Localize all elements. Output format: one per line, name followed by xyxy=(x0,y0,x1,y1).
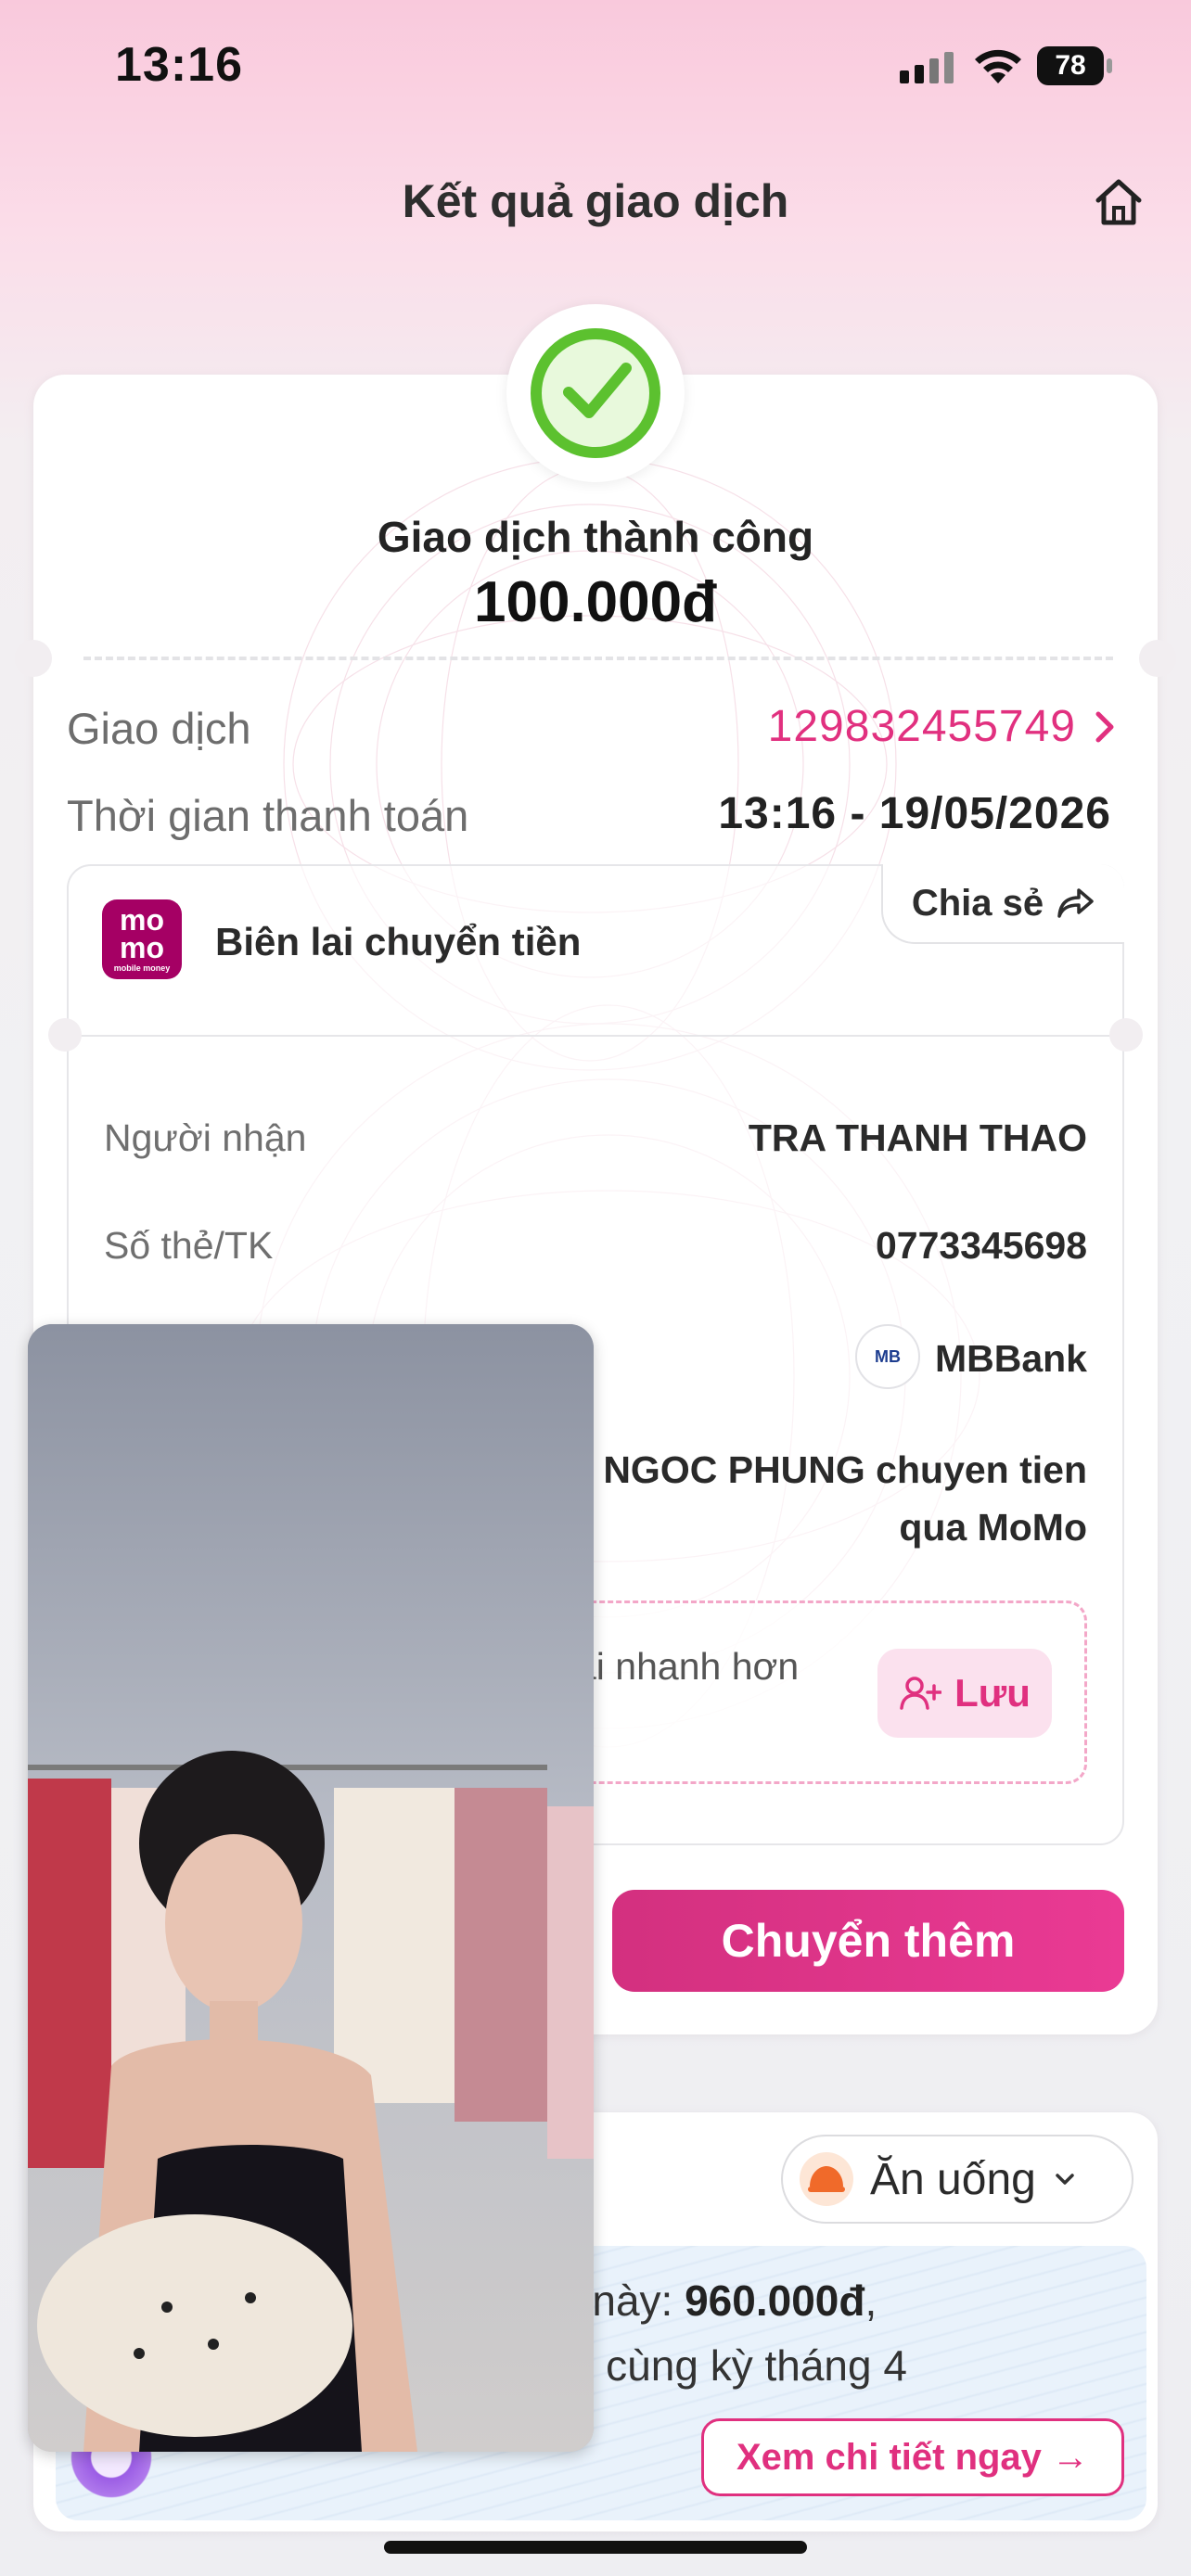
message-line2: qua MoMo xyxy=(899,1506,1087,1549)
payment-time-label: Thời gian thanh toán xyxy=(67,791,469,840)
transaction-id-link[interactable]: 129832455749 xyxy=(768,701,1076,752)
battery-icon: 78 xyxy=(1037,46,1113,85)
view-detail-label: Xem chi tiết ngay → xyxy=(736,2436,1090,2478)
recipient-value: TRA THANH THAO xyxy=(748,1116,1087,1159)
add-user-icon xyxy=(900,1677,942,1710)
transaction-amount: 100.000đ xyxy=(474,570,717,634)
transaction-id-label: Giao dịch xyxy=(67,704,251,753)
receipt-notch-right xyxy=(1109,1018,1143,1052)
recipient-label: Người nhận xyxy=(104,1116,307,1159)
momo-logo-text-bottom: mo xyxy=(120,931,164,964)
bank-value: MBBank xyxy=(934,1337,1087,1380)
cellular-signal-icon xyxy=(900,52,954,83)
insight-line1: g này: 960.000đ, xyxy=(557,2276,877,2326)
battery-level: 78 xyxy=(1037,46,1104,85)
receipt-title: Biên lai chuyển tiền xyxy=(215,920,582,963)
mbbank-logo: MB xyxy=(855,1324,920,1389)
receipt-divider xyxy=(67,1035,1124,1037)
video-frame xyxy=(28,1324,594,2452)
category-label: Ăn uống xyxy=(870,2154,1036,2204)
success-badge xyxy=(506,304,685,482)
payment-time-value: 13:16 - 19/05/2026 xyxy=(718,789,1111,838)
chevron-down-icon xyxy=(1056,2174,1074,2185)
message-line1: NGOC PHUNG chuyen tien xyxy=(603,1448,1087,1491)
transfer-more-label: Chuyển thêm xyxy=(721,1915,1016,1967)
momo-logo-caption: mobile money xyxy=(113,963,171,973)
share-arrow-icon xyxy=(1057,888,1094,918)
share-label: Chia sẻ xyxy=(911,882,1044,924)
account-value: 0773345698 xyxy=(875,1224,1087,1267)
food-icon xyxy=(800,2152,853,2206)
save-contact-text: ại nhanh hơn xyxy=(575,1645,800,1688)
account-label: Số thẻ/TK xyxy=(104,1224,274,1267)
transfer-more-button[interactable]: Chuyển thêm xyxy=(612,1890,1124,1992)
ticket-notch-right xyxy=(1139,640,1176,677)
floating-video-player[interactable] xyxy=(28,1324,594,2452)
transaction-status: Giao dịch thành công xyxy=(377,513,814,561)
momo-logo: mo mo mobile money xyxy=(102,899,182,979)
insight-amount: 960.000đ xyxy=(685,2276,865,2325)
page-title: Kết quả giao dịch xyxy=(402,175,789,227)
insight-line1-suffix: , xyxy=(864,2276,877,2325)
save-label: Lưu xyxy=(954,1671,1031,1715)
insight-line2: ới cùng kỳ tháng 4 xyxy=(557,2341,907,2390)
wifi-icon xyxy=(975,49,1021,83)
status-time: 13:16 xyxy=(115,38,243,92)
home-indicator[interactable] xyxy=(384,2541,807,2554)
momo-logo-text-top: mo xyxy=(120,903,164,937)
receipt-notch-left xyxy=(48,1018,82,1052)
view-detail-button[interactable]: Xem chi tiết ngay → xyxy=(701,2418,1124,2496)
ticket-divider xyxy=(83,657,1113,660)
save-contact-button[interactable]: Lưu xyxy=(877,1649,1052,1738)
ticket-notch-left xyxy=(15,640,52,677)
chevron-right-icon[interactable] xyxy=(1091,705,1119,749)
home-icon[interactable] xyxy=(1091,176,1146,228)
share-button[interactable]: Chia sẻ xyxy=(881,864,1124,944)
category-dropdown[interactable]: Ăn uống xyxy=(781,2135,1133,2224)
check-circle-icon xyxy=(531,328,660,458)
